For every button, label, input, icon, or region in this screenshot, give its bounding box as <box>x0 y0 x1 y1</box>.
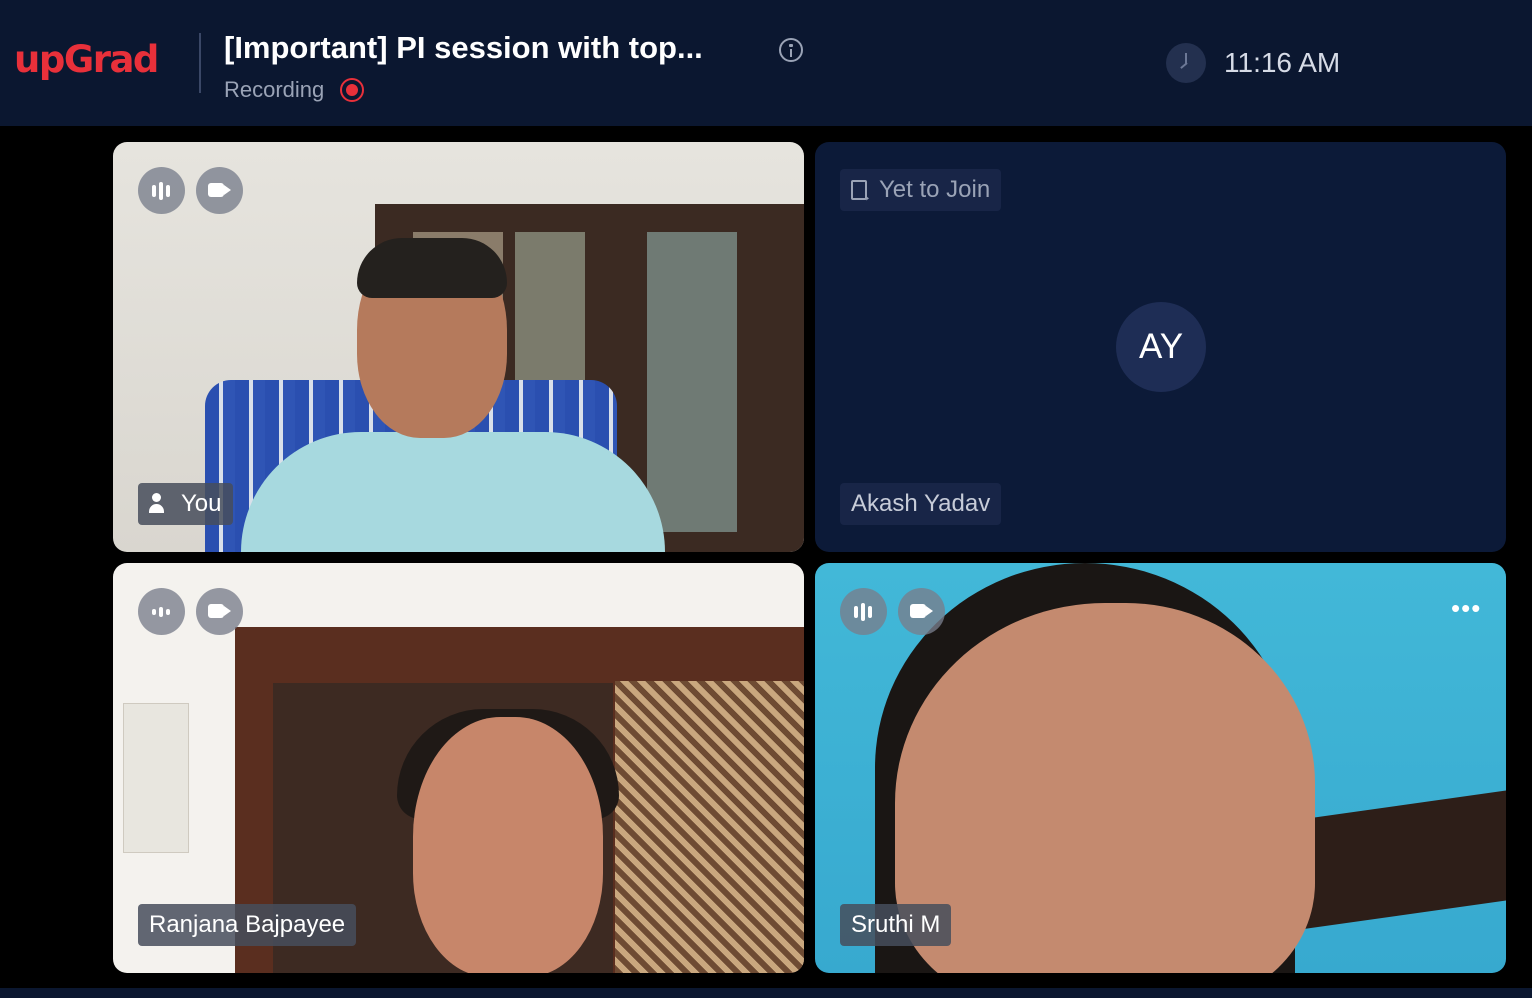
yet-to-join-label: Yet to Join <box>879 176 991 203</box>
mic-bars-icon[interactable] <box>138 167 185 214</box>
recording-label: Recording <box>224 77 325 102</box>
bottom-bar <box>0 988 1532 998</box>
info-icon[interactable] <box>779 38 803 62</box>
participant-tile-ranjana-bajpayee[interactable]: Ranjana Bajpayee <box>113 563 804 973</box>
mic-bars-icon[interactable] <box>138 588 185 635</box>
mic-bars-icon[interactable] <box>840 588 887 635</box>
speaker-icon <box>149 493 171 513</box>
participant-tile-sruthi-m[interactable]: ••• Sruthi M <box>815 563 1506 973</box>
participant-name-text: You <box>181 490 222 517</box>
session-title: [Important] PI session with top... <box>224 30 703 65</box>
yet-to-join-badge: Yet to Join <box>840 169 1002 218</box>
clock-time: 11:16 AM <box>1224 47 1341 78</box>
camera-icon[interactable] <box>196 588 243 635</box>
participant-tile-you[interactable]: You <box>113 142 804 552</box>
participant-name: Akash Yadav <box>840 483 1002 525</box>
clock-icon <box>1166 43 1206 83</box>
participant-name: Ranjana Bajpayee <box>138 904 357 946</box>
participant-name: You <box>138 483 233 525</box>
camera-icon[interactable] <box>196 167 243 214</box>
participant-name: Sruthi M <box>840 904 952 946</box>
more-options-icon[interactable]: ••• <box>1451 595 1481 621</box>
recording-dot-icon <box>340 78 364 102</box>
avatar: AY <box>1116 302 1206 392</box>
header-divider <box>199 33 201 93</box>
upgrad-logo: upGrad <box>14 38 159 81</box>
top-bar: upGrad [Important] PI session with top..… <box>0 0 1532 126</box>
camera-icon[interactable] <box>898 588 945 635</box>
exit-icon <box>851 176 872 218</box>
participant-tile-akash-yadav[interactable]: Yet to Join AY Akash Yadav <box>815 142 1506 552</box>
